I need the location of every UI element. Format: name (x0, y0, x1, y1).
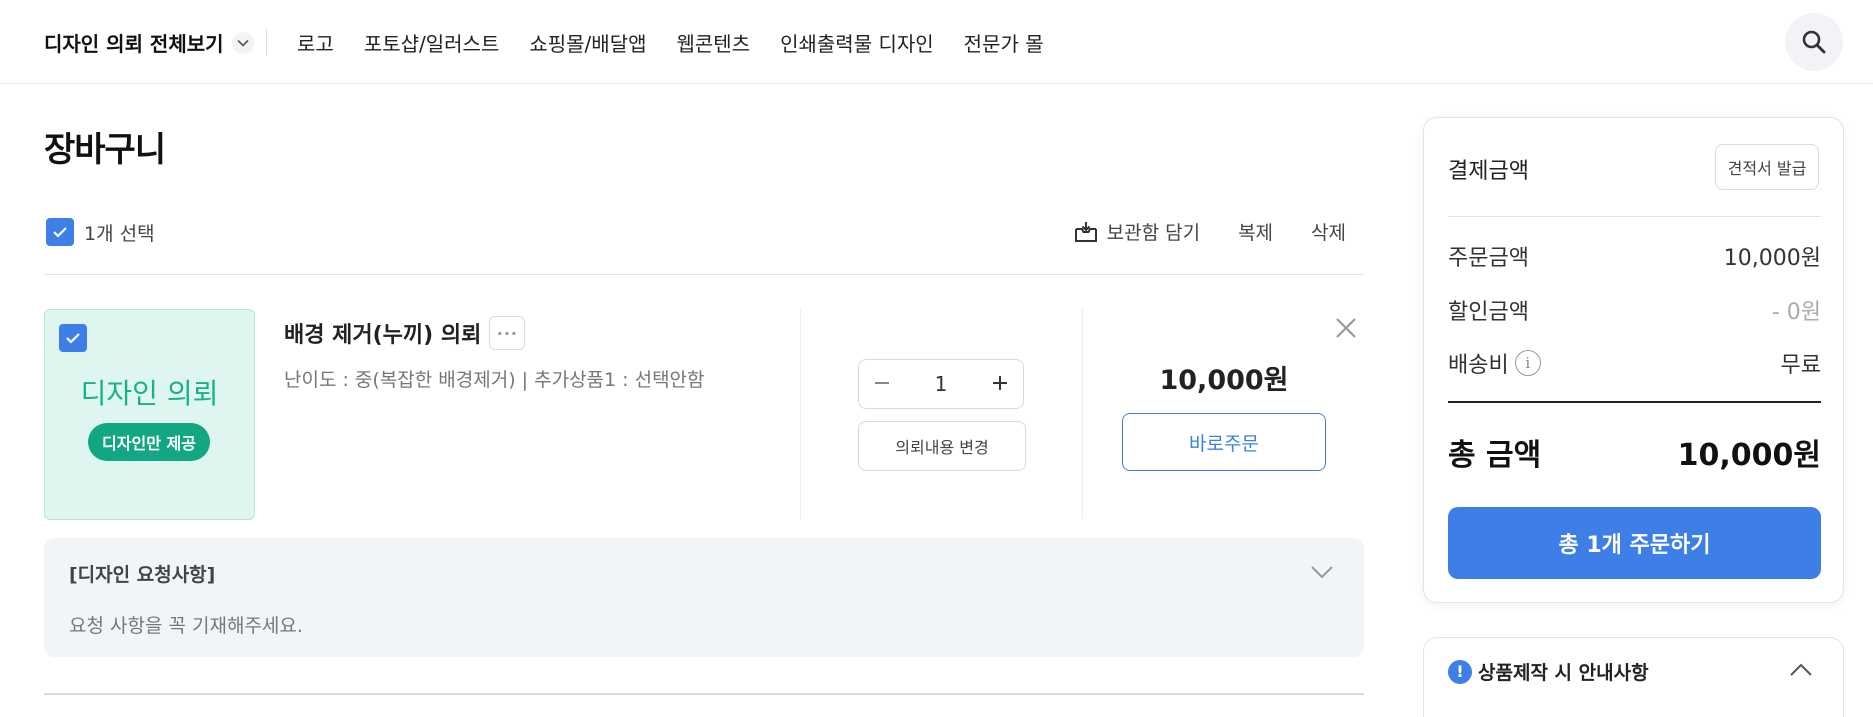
item-name-row: 배경 제거(누끼) 의뢰 ··· (284, 316, 526, 350)
nav-item-print-design[interactable]: 인쇄출력물 디자인 (780, 28, 934, 57)
discount-row: 할인금액 - 0원 (1448, 294, 1821, 326)
request-placeholder[interactable]: 요청 사항을 꼭 기재해주세요. (69, 611, 303, 638)
all-requests-label: 디자인 의뢰 전체보기 (44, 32, 224, 56)
nav-item-shoppingmall[interactable]: 쇼핑몰/배달앱 (529, 28, 646, 57)
close-icon (1336, 318, 1356, 338)
total-divider (1448, 401, 1821, 403)
cart-actions: 보관함 담기 복제 삭제 (1073, 218, 1346, 245)
total-label: 총 금액 (1448, 438, 1542, 473)
checkout-button[interactable]: 총 1개 주문하기 (1448, 507, 1821, 579)
copy-button[interactable]: 복제 (1238, 218, 1273, 245)
total-value: 10,000원 (1677, 438, 1821, 473)
discount-value: - 0원 (1771, 300, 1821, 325)
item-checkbox[interactable] (59, 324, 87, 352)
order-amount-label: 주문금액 (1448, 246, 1529, 271)
item-options: 난이도 : 중(복잡한 배경제거) | 추가상품1 : 선택안함 (284, 369, 705, 391)
quantity-value[interactable]: 1 (935, 372, 948, 396)
design-request-panel[interactable]: [디자인 요청사항] 요청 사항을 꼭 기재해주세요. (44, 538, 1364, 657)
decrease-button[interactable] (873, 371, 891, 397)
selection-bar: 1개 선택 보관함 담기 복제 삭제 (44, 214, 1364, 275)
nav-item-photoshop-illust[interactable]: 포토샵/일러스트 (364, 28, 500, 57)
nav-item-expert-mall[interactable]: 전문가 몰 (964, 28, 1044, 57)
order-amount-value: 10,000원 (1723, 246, 1821, 271)
remove-item-button[interactable] (1331, 313, 1361, 343)
summary-title: 결제금액 (1448, 159, 1529, 184)
production-notice-panel[interactable]: ! 상품제작 시 안내사항 (1423, 637, 1844, 717)
chevron-up-icon[interactable] (1789, 662, 1813, 681)
search-icon (1802, 30, 1826, 54)
shipping-label-group: 배송비 i (1448, 347, 1541, 379)
chevron-down-icon[interactable] (1310, 564, 1334, 583)
plus-icon (992, 376, 1007, 390)
item-name: 배경 제거(누끼) 의뢰 (284, 323, 482, 348)
check-icon (66, 333, 80, 344)
select-all[interactable]: 1개 선택 (46, 218, 155, 246)
payment-summary-card: 결제금액 견적서 발급 주문금액 10,000원 할인금액 - 0원 배송비 i… (1423, 117, 1844, 603)
shipping-value: 무료 (1780, 353, 1821, 378)
page-title: 장바구니 (44, 130, 166, 170)
list-bottom-divider (44, 693, 1364, 695)
nav-item-logo[interactable]: 로고 (297, 28, 334, 57)
quantity-stepper: 1 (858, 359, 1024, 409)
increase-button[interactable] (991, 371, 1009, 397)
shipping-row: 배송비 i 무료 (1448, 347, 1821, 379)
item-thumbnail[interactable]: 디자인 의뢰 디자인만 제공 (44, 309, 255, 520)
issue-quote-button[interactable]: 견적서 발급 (1715, 144, 1819, 190)
request-title: [디자인 요청사항] (69, 564, 216, 586)
nav-item-webcontents[interactable]: 웹콘텐츠 (677, 28, 751, 57)
discount-label: 할인금액 (1448, 300, 1529, 325)
item-price: 10,000원 (1159, 365, 1289, 396)
shipping-label: 배송비 (1448, 353, 1509, 378)
exclamation-icon: ! (1448, 659, 1472, 684)
thumbnail-title: 디자인 의뢰 (80, 377, 219, 410)
store-label: 보관함 담기 (1106, 222, 1201, 244)
category-nav: 로고 포토샵/일러스트 쇼핑몰/배달앱 웹콘텐츠 인쇄출력물 디자인 전문가 몰 (297, 28, 1044, 57)
order-amount-row: 주문금액 10,000원 (1448, 240, 1821, 272)
more-options-button[interactable]: ··· (489, 316, 526, 350)
chevron-down-icon (231, 31, 254, 54)
order-now-button[interactable]: 바로주문 (1122, 413, 1326, 471)
check-icon (53, 227, 67, 238)
edit-request-button[interactable]: 의뢰내용 변경 (858, 421, 1026, 471)
column-divider (1082, 309, 1083, 519)
all-requests-menu[interactable]: 디자인 의뢰 전체보기 (44, 28, 254, 57)
thumbnail-badge: 디자인만 제공 (88, 423, 210, 461)
info-icon[interactable]: i (1514, 350, 1541, 376)
notice-title-row: ! 상품제작 시 안내사항 (1448, 658, 1649, 685)
selected-count: 1개 선택 (84, 222, 155, 245)
top-header: 디자인 의뢰 전체보기 로고 포토샵/일러스트 쇼핑몰/배달앱 웹콘텐츠 인쇄출… (0, 0, 1873, 84)
delete-button[interactable]: 삭제 (1311, 218, 1346, 245)
summary-divider (1448, 216, 1821, 217)
search-button[interactable] (1785, 13, 1843, 71)
header-divider (266, 29, 267, 55)
archive-icon (1074, 221, 1097, 242)
total-row: 총 금액 10,000원 (1448, 430, 1821, 474)
minus-icon (875, 382, 889, 384)
notice-title: 상품제작 시 안내사항 (1478, 662, 1649, 684)
select-all-checkbox[interactable] (46, 218, 74, 246)
store-button[interactable]: 보관함 담기 (1073, 218, 1200, 245)
column-divider (800, 309, 801, 519)
